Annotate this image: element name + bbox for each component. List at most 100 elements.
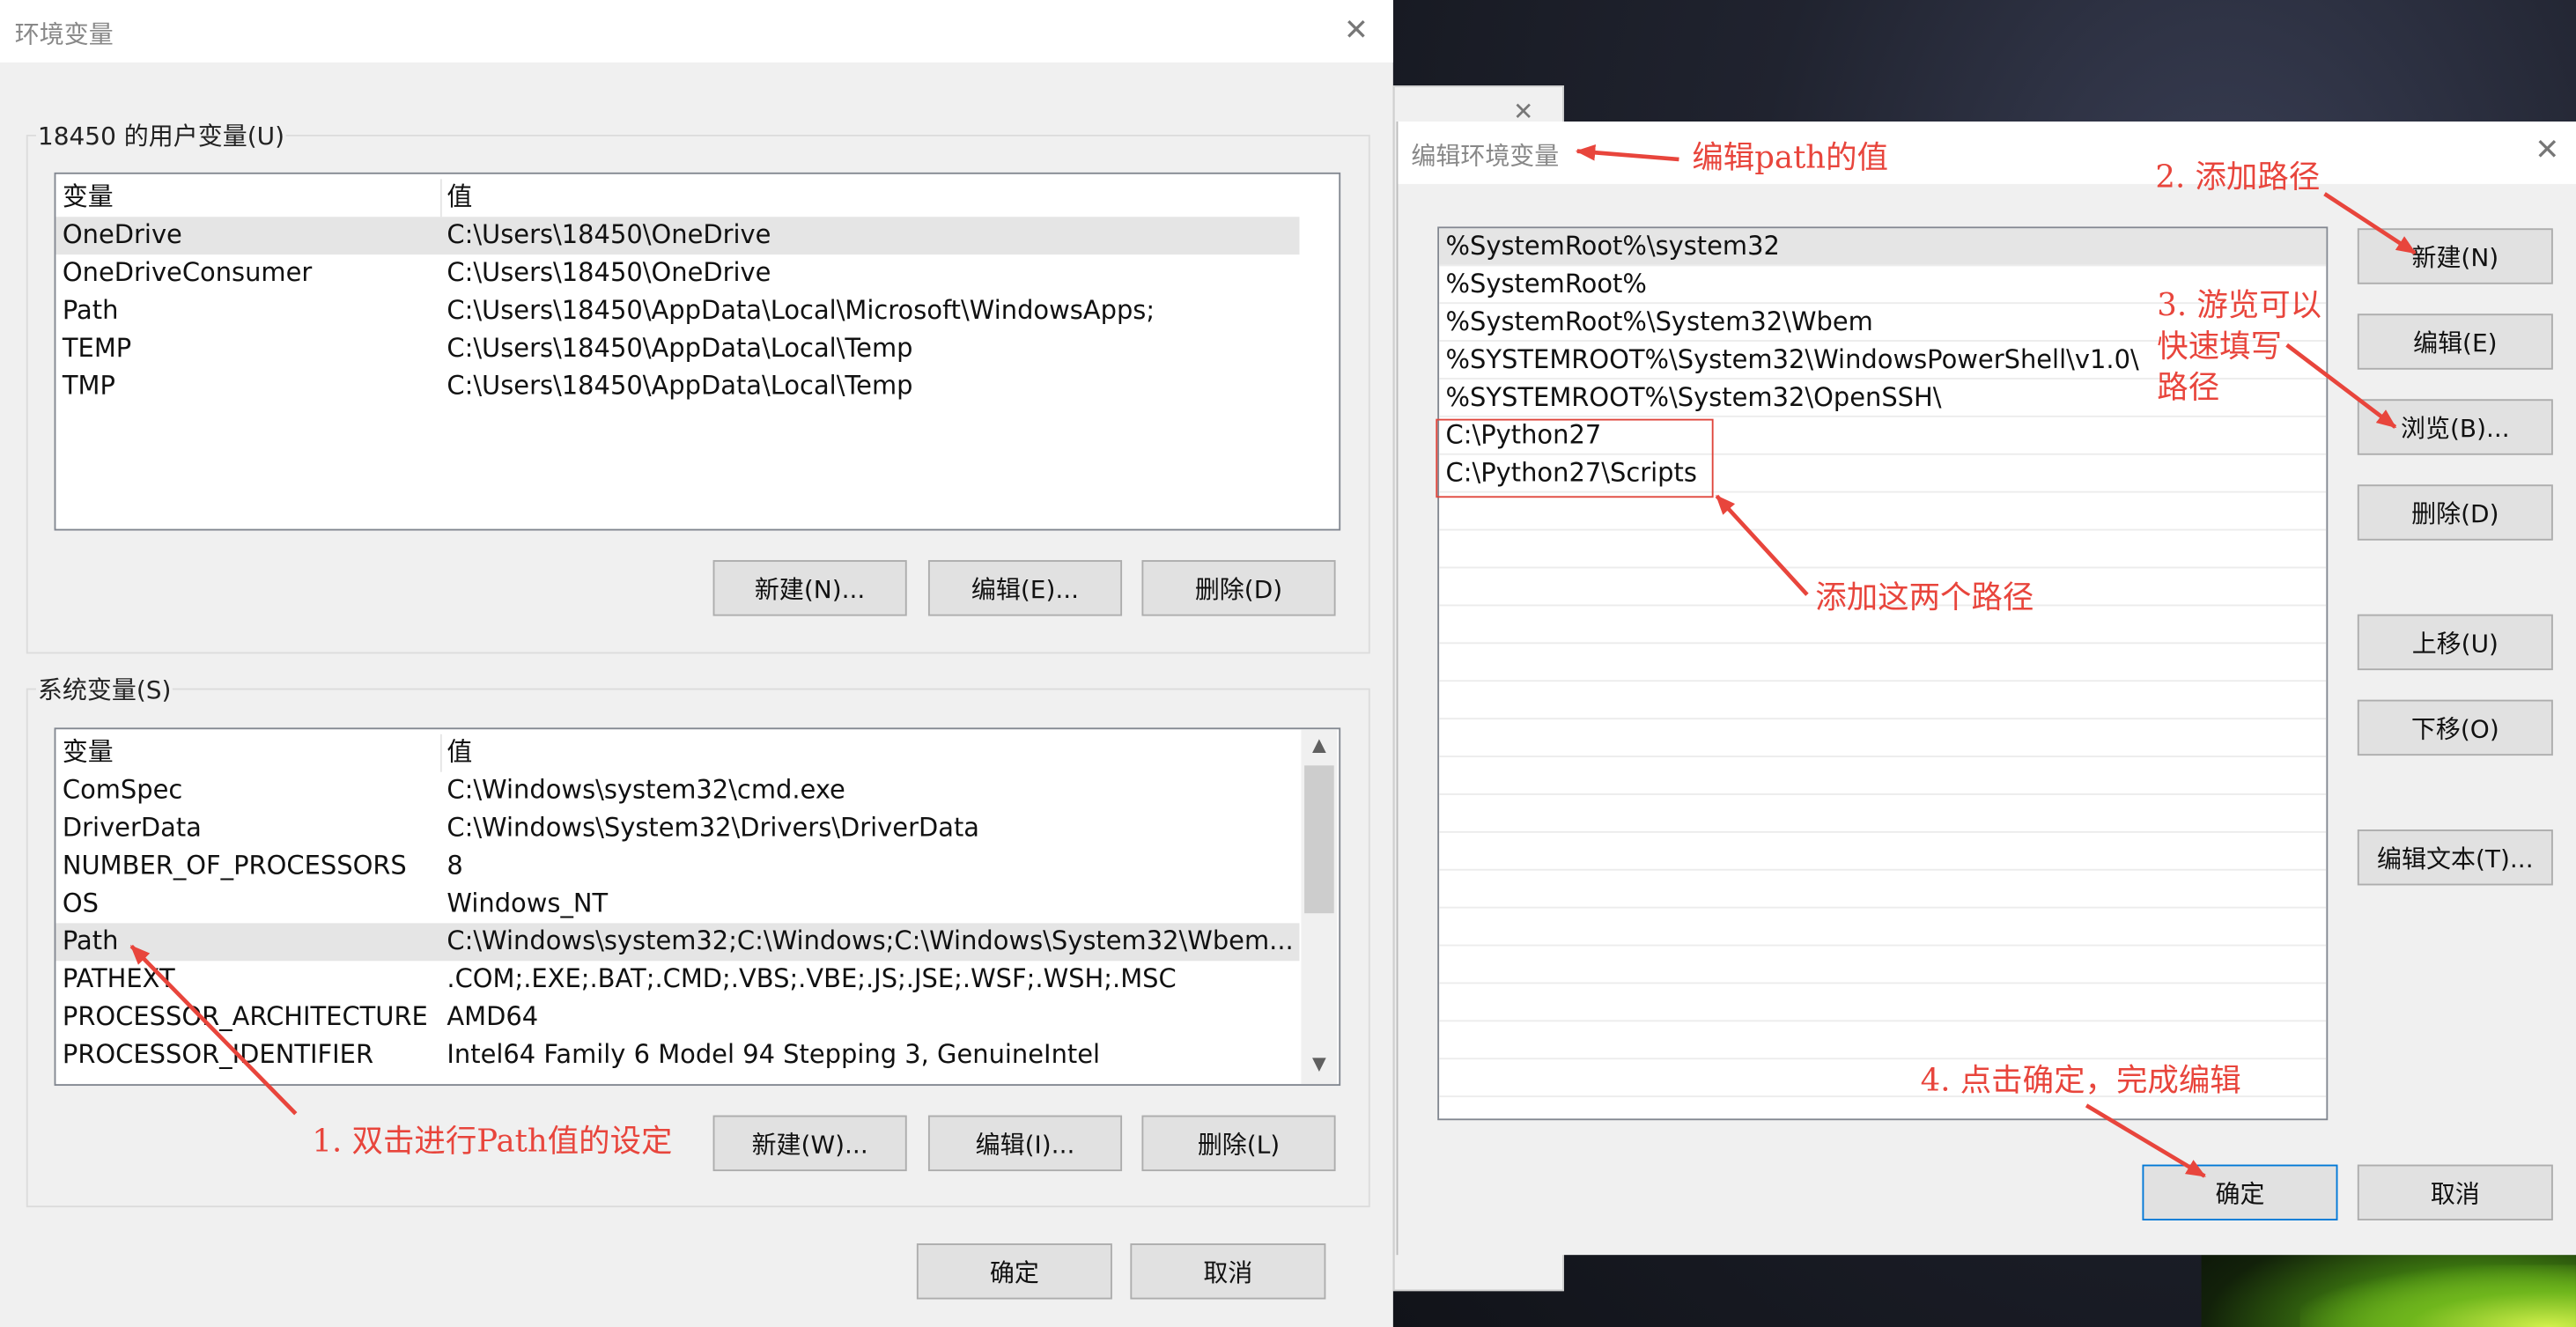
desktop-leaf-highlight	[2299, 1264, 2576, 1327]
path-edit-button[interactable]: 编辑(E)	[2357, 313, 2553, 370]
close-icon[interactable]: ✕	[1344, 16, 1369, 47]
variable-value: C:\Users\18450\AppData\Local\Temp	[447, 333, 913, 364]
env-ok-button[interactable]: 确定	[916, 1243, 1112, 1300]
table-row[interactable]: PROCESSOR_ARCHITECTURE AMD64	[55, 999, 1299, 1036]
move-down-button[interactable]: 下移(O)	[2357, 699, 2553, 756]
empty-row[interactable]	[1439, 719, 2327, 757]
table-row[interactable]: DriverData C:\Windows\System32\Drivers\D…	[55, 810, 1299, 848]
scroll-down-icon[interactable]: ▼	[1301, 1048, 1337, 1080]
table-row[interactable]: TEMP C:\Users\18450\AppData\Local\Temp	[55, 330, 1299, 368]
scrollbar-thumb[interactable]	[1304, 765, 1334, 914]
table-row[interactable]: OneDriveConsumer C:\Users\18450\OneDrive	[55, 254, 1299, 292]
table-row[interactable]: PATHEXT .COM;.EXE;.BAT;.CMD;.VBS;.VBE;.J…	[55, 961, 1299, 999]
table-row[interactable]: OS Windows_NT	[55, 885, 1299, 923]
table-row[interactable]: Path C:\Users\18450\AppData\Local\Micros…	[55, 292, 1299, 330]
column-header-variable[interactable]: 变量	[63, 179, 114, 217]
variable-name: PROCESSOR_IDENTIFIER	[62, 1039, 374, 1070]
table-row[interactable]: OneDrive C:\Users\18450\OneDrive	[55, 217, 1300, 255]
system-delete-button[interactable]: 删除(L)	[1141, 1115, 1336, 1172]
table-row-path[interactable]: Path C:\Windows\system32;C:\Windows;C:\W…	[55, 923, 1300, 962]
variable-name: NUMBER_OF_PROCESSORS	[62, 851, 407, 881]
variable-value: C:\Users\18450\OneDrive	[447, 219, 771, 250]
user-variables-label: 18450 的用户变量(U)	[36, 118, 286, 153]
path-delete-button[interactable]: 删除(D)	[2357, 484, 2553, 541]
variable-value: C:\Users\18450\AppData\Local\Microsoft\W…	[447, 295, 1155, 326]
system-variables-list[interactable]: 变量 值 ComSpec C:\Windows\system32\cmd.exe…	[54, 727, 1341, 1087]
empty-row[interactable]	[1439, 909, 2327, 947]
annotation-edit-path: 编辑path的值	[1692, 139, 1889, 176]
added-paths-highlight	[1436, 418, 1714, 498]
system-list-scrollbar[interactable]: ▲ ▼	[1301, 729, 1338, 1085]
variable-name: DriverData	[62, 813, 202, 843]
table-row[interactable]: PROCESSOR_IDENTIFIER Intel64 Family 6 Mo…	[55, 1036, 1299, 1074]
empty-row[interactable]	[1439, 757, 2327, 795]
table-row[interactable]: ComSpec C:\Windows\system32\cmd.exe	[55, 772, 1299, 810]
env-dialog-titlebar: 环境变量 ✕	[0, 0, 1393, 63]
empty-row[interactable]	[1439, 946, 2327, 984]
variable-value: C:\Windows\system32;C:\Windows;C:\Window…	[447, 926, 1294, 956]
variable-value: 8	[447, 851, 463, 881]
user-variables-list[interactable]: 变量 值 OneDrive C:\Users\18450\OneDrive On…	[54, 172, 1341, 531]
env-variables-dialog: 环境变量 ✕ 18450 的用户变量(U) 变量 值 OneDrive C:\U…	[0, 0, 1393, 1327]
system-edit-button[interactable]: 编辑(I)...	[927, 1115, 1123, 1172]
variable-value: .COM;.EXE;.BAT;.CMD;.VBS;.VBE;.JS;.JSE;.…	[447, 963, 1177, 994]
list-header: 变量 值	[55, 734, 1299, 772]
annotation-step3-line1: 3. 游览可以	[2157, 287, 2322, 324]
path-item[interactable]: %SystemRoot%\system32	[1439, 228, 2327, 267]
variable-value: C:\Users\18450\AppData\Local\Temp	[447, 371, 913, 402]
empty-row[interactable]	[1439, 644, 2327, 682]
path-browse-button[interactable]: 浏览(B)...	[2357, 399, 2553, 455]
user-new-button[interactable]: 新建(N)...	[712, 560, 907, 616]
empty-row[interactable]	[1439, 795, 2327, 833]
variable-value: Windows_NT	[447, 888, 609, 918]
variable-name: Path	[62, 926, 119, 956]
scroll-up-icon[interactable]: ▲	[1301, 729, 1337, 762]
move-up-button[interactable]: 上移(U)	[2357, 614, 2553, 671]
variable-value: C:\Windows\system32\cmd.exe	[447, 775, 845, 806]
variable-name: PATHEXT	[62, 963, 175, 994]
annotation-step1: 1. 双击进行Path值的设定	[312, 1123, 673, 1160]
variable-value: C:\Windows\System32\Drivers\DriverData	[447, 813, 980, 843]
close-icon[interactable]: ✕	[2535, 136, 2559, 166]
annotation-step4: 4. 点击确定，完成编辑	[1920, 1062, 2241, 1099]
system-new-button[interactable]: 新建(W)...	[712, 1115, 907, 1172]
empty-row[interactable]	[1439, 984, 2327, 1022]
annotation-add-two-paths: 添加这两个路径	[1815, 579, 2034, 616]
variable-value: Intel64 Family 6 Model 94 Stepping 3, Ge…	[447, 1039, 1101, 1070]
variable-name: TMP	[62, 371, 115, 402]
edit-ok-button[interactable]: 确定	[2142, 1164, 2338, 1220]
edit-dialog-titlebar: 编辑环境变量 ✕	[1398, 122, 2576, 184]
variable-name: PROCESSOR_ARCHITECTURE	[62, 1001, 428, 1032]
table-row[interactable]: NUMBER_OF_PROCESSORS 8	[55, 848, 1299, 886]
user-edit-button[interactable]: 编辑(E)...	[927, 560, 1123, 616]
variable-name: TEMP	[62, 333, 132, 364]
empty-row[interactable]	[1439, 871, 2327, 909]
variable-value: C:\Users\18450\OneDrive	[447, 257, 771, 288]
empty-row[interactable]	[1439, 1021, 2327, 1060]
variable-name: OneDriveConsumer	[62, 257, 313, 288]
env-cancel-button[interactable]: 取消	[1130, 1243, 1326, 1300]
path-new-button[interactable]: 新建(N)	[2357, 228, 2553, 284]
column-divider[interactable]	[439, 734, 442, 772]
variable-name: OneDrive	[62, 219, 182, 250]
variable-name: ComSpec	[62, 775, 183, 806]
column-divider[interactable]	[439, 179, 442, 217]
column-header-value[interactable]: 值	[447, 179, 472, 217]
empty-row[interactable]	[1439, 531, 2327, 569]
empty-row[interactable]	[1439, 833, 2327, 871]
empty-row[interactable]	[1439, 493, 2327, 531]
empty-row[interactable]	[1439, 682, 2327, 720]
column-header-variable[interactable]: 变量	[63, 734, 114, 772]
edit-cancel-button[interactable]: 取消	[2357, 1164, 2553, 1220]
edit-text-button[interactable]: 编辑文本(T)...	[2357, 829, 2553, 886]
list-header: 变量 值	[55, 179, 1339, 217]
table-row[interactable]: TMP C:\Users\18450\AppData\Local\Temp	[55, 368, 1299, 406]
system-variables-label: 系统变量(S)	[36, 671, 173, 707]
annotation-step3-line3: 路径	[2157, 369, 2220, 406]
column-header-value[interactable]: 值	[447, 734, 472, 772]
edit-dialog-title: 编辑环境变量	[1411, 141, 1560, 172]
annotation-step2: 2. 添加路径	[2155, 159, 2321, 195]
annotation-step3-line2: 快速填写	[2157, 328, 2283, 365]
variable-name: Path	[62, 295, 119, 326]
user-delete-button[interactable]: 删除(D)	[1141, 560, 1336, 616]
